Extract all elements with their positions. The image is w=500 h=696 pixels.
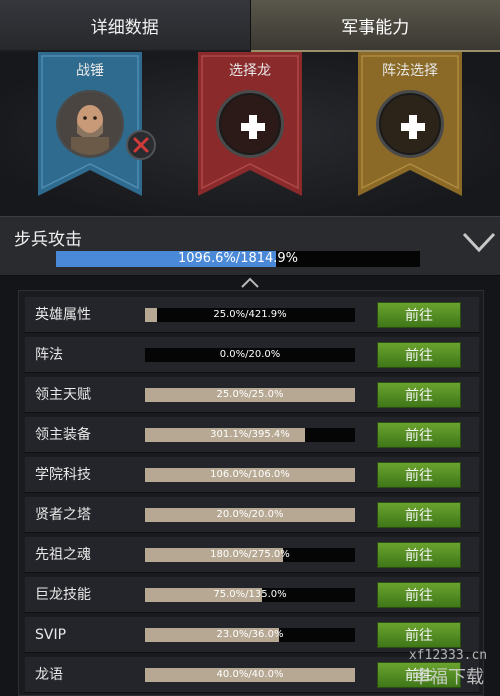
caret-up-icon <box>241 277 259 288</box>
go-button[interactable]: 前往 <box>377 382 461 408</box>
plus-icon <box>401 115 425 139</box>
list-item-progress-text: 0.0%/20.0% <box>219 349 281 360</box>
tab-bar: 详细数据 军事能力 <box>0 0 500 52</box>
formation-slot <box>376 90 444 158</box>
plus-icon <box>241 115 265 139</box>
list-item-label: 龙语 <box>35 667 63 683</box>
list-item-progress-text: 180.0%/275.0% <box>210 549 290 560</box>
close-icon <box>133 137 149 153</box>
go-button[interactable]: 前往 <box>377 462 461 488</box>
list-item: 领主天赋 25.0%/25.0% 前往 <box>25 377 479 413</box>
list-item-progress-bar: 301.1%/395.4% <box>145 428 355 442</box>
list-item-label: 学院科技 <box>35 467 91 483</box>
hero-avatar-icon <box>59 93 121 155</box>
list-item-progress-text: 106.0%/106.0% <box>210 469 290 480</box>
watermark-url: xf12333.cn <box>408 648 488 663</box>
attack-progress-bar: 1096.6%/1814.9% <box>56 251 420 267</box>
remove-hero-button[interactable] <box>126 130 156 160</box>
list-item-progress-text: 25.0%/421.9% <box>213 309 287 320</box>
list-item-progress-text: 23.0%/36.0% <box>216 629 284 640</box>
list-item-progress-bar: 75.0%/135.0% <box>145 588 355 602</box>
list-item-progress-text: 75.0%/135.0% <box>213 589 287 600</box>
banner-warhammer[interactable]: 战锤 <box>38 52 156 196</box>
list-item: 巨龙技能 75.0%/135.0% 前往 <box>25 577 479 613</box>
banner-label: 选择龙 <box>229 63 271 79</box>
list-item-progress-bar: 25.0%/421.9% <box>145 308 355 322</box>
infantry-attack-panel: 步兵攻击 1096.6%/1814.9% <box>0 216 500 276</box>
list-item-progress-text: 40.0%/40.0% <box>216 669 284 680</box>
hero-portrait <box>56 90 124 158</box>
banner-area: 战锤 选择龙 阵法选择 <box>0 52 500 216</box>
go-button[interactable]: 前往 <box>377 422 461 448</box>
list-item: 阵法 0.0%/20.0% 前往 <box>25 337 479 373</box>
list-item-label: 领主天赋 <box>35 387 91 403</box>
list-item: 贤者之塔 20.0%/20.0% 前往 <box>25 497 479 533</box>
list-item-progress-text: 25.0%/25.0% <box>216 389 284 400</box>
list-item-label: SVIP <box>35 627 67 643</box>
banner-label: 战锤 <box>76 63 104 79</box>
banner-select-formation[interactable]: 阵法选择 <box>358 52 462 196</box>
banner-select-dragon[interactable]: 选择龙 <box>198 52 302 196</box>
list-item-progress-bar: 25.0%/25.0% <box>145 388 355 402</box>
watermark-text: 幸福下载 <box>412 667 484 688</box>
go-button[interactable]: 前往 <box>377 502 461 528</box>
go-button[interactable]: 前往 <box>377 622 461 648</box>
list-item-label: 先祖之魂 <box>35 547 91 563</box>
list-item-label: 巨龙技能 <box>35 587 91 603</box>
go-button[interactable]: 前往 <box>377 302 461 328</box>
go-button[interactable]: 前往 <box>377 582 461 608</box>
list-item-progress-bar: 106.0%/106.0% <box>145 468 355 482</box>
tab-military-ability[interactable]: 军事能力 <box>250 0 500 52</box>
list-item-progress-bar: 180.0%/275.0% <box>145 548 355 562</box>
banner-label: 阵法选择 <box>382 63 438 79</box>
list-item: 领主装备 301.1%/395.4% 前往 <box>25 417 479 453</box>
list-item: 先祖之魂 180.0%/275.0% 前往 <box>25 537 479 573</box>
list-item-progress-bar: 40.0%/40.0% <box>145 668 355 682</box>
watermark: xf12333.cn 幸福下载 <box>398 648 498 689</box>
list-item: 英雄属性 25.0%/421.9% 前往 <box>25 297 479 333</box>
list-item-progress-text: 301.1%/395.4% <box>210 429 290 440</box>
list-item-label: 英雄属性 <box>35 307 91 323</box>
list-item: 学院科技 106.0%/106.0% 前往 <box>25 457 479 493</box>
chevron-down-icon[interactable] <box>462 230 496 254</box>
tab-detailed-data[interactable]: 详细数据 <box>0 0 251 52</box>
go-button[interactable]: 前往 <box>377 342 461 368</box>
attack-title: 步兵攻击 <box>14 230 82 250</box>
list-item-label: 阵法 <box>35 347 63 363</box>
dragon-slot <box>216 90 284 158</box>
list-item-progress-bar: 23.0%/36.0% <box>145 628 355 642</box>
list-item-progress-bar: 20.0%/20.0% <box>145 508 355 522</box>
list-item-label: 贤者之塔 <box>35 507 91 523</box>
go-button[interactable]: 前往 <box>377 542 461 568</box>
list-item-progress-bar: 0.0%/20.0% <box>145 348 355 362</box>
attack-progress-text: 1096.6%/1814.9% <box>177 251 299 266</box>
list-item-progress-text: 20.0%/20.0% <box>216 509 284 520</box>
list-item-label: 领主装备 <box>35 427 91 443</box>
source-breakdown-list: 英雄属性 25.0%/421.9% 前往 阵法 0.0%/20.0% 前往 领主天赋 25.0… <box>18 290 484 696</box>
